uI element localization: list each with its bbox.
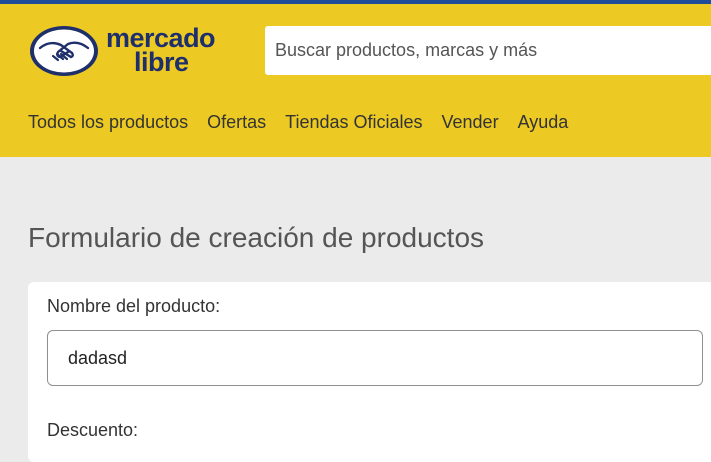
nav-ayuda[interactable]: Ayuda	[518, 112, 569, 133]
product-form-card: Nombre del producto: Descuento:	[28, 282, 711, 462]
nav-tiendas-oficiales[interactable]: Tiendas Oficiales	[285, 112, 422, 133]
logo-wordmark: mercado libre	[106, 25, 216, 77]
nav-todos-los-productos[interactable]: Todos los productos	[28, 112, 188, 133]
discount-label: Descuento:	[47, 420, 139, 440]
handshake-icon	[30, 26, 98, 76]
product-name-label: Nombre del producto:	[47, 296, 221, 316]
product-name-field[interactable]	[47, 330, 703, 386]
nav-ofertas[interactable]: Ofertas	[207, 112, 266, 133]
page-title: Formulario de creación de productos	[28, 222, 485, 253]
main-nav: Todos los productos Ofertas Tiendas Ofic…	[28, 112, 587, 133]
logo-line-2: libre	[134, 47, 189, 77]
search-input[interactable]	[265, 26, 711, 75]
mercadolibre-logo[interactable]: mercado libre	[28, 22, 228, 82]
site-header: mercado libre Todos los productos Oferta…	[0, 4, 711, 157]
nav-vender[interactable]: Vender	[442, 112, 499, 133]
